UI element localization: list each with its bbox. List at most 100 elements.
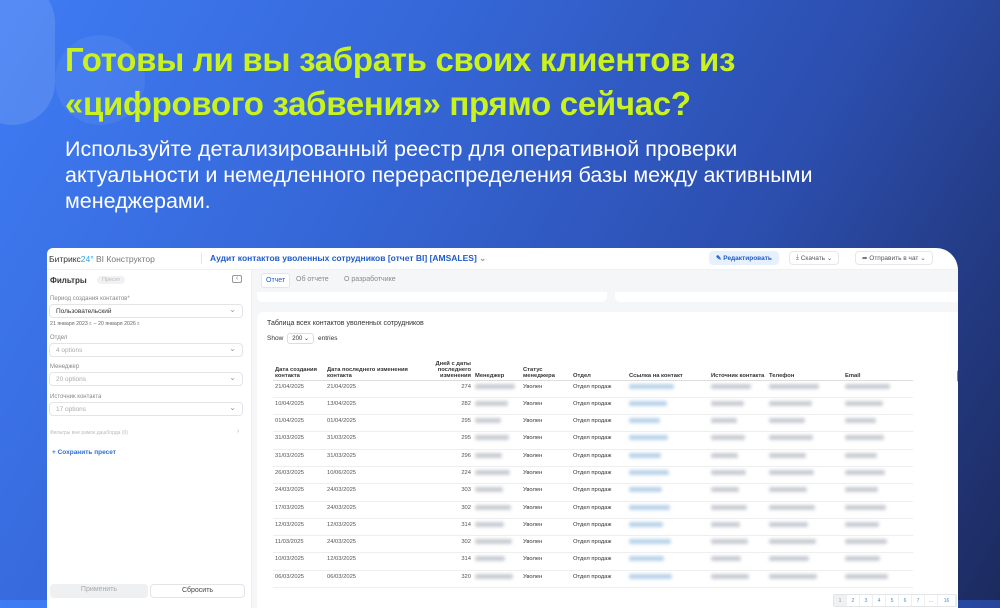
- redacted-value: [475, 383, 515, 389]
- redacted-value: [769, 383, 819, 389]
- blurred-cell: [473, 552, 521, 571]
- redacted-value: [769, 487, 807, 493]
- show-label: Show: [267, 335, 284, 342]
- blurred-cell: [473, 414, 521, 433]
- blurred-cell: [709, 397, 767, 416]
- period-select[interactable]: Пользовательский: [49, 304, 243, 318]
- tab-about-report[interactable]: Об отчете: [292, 273, 333, 286]
- blurred-cell: [843, 501, 913, 519]
- redacted-value: [845, 435, 884, 441]
- column-header[interactable]: Источник контакта: [709, 358, 767, 381]
- blurred-cell: [767, 552, 843, 571]
- table-row: 21/04/2025 21/04/2025 274 Уволен Отдел прода…: [273, 380, 913, 398]
- edit-button[interactable]: ✎ Редактировать: [709, 251, 779, 265]
- tab-report[interactable]: Отчет: [261, 273, 291, 288]
- table-cell: 24/03/2025: [325, 535, 425, 554]
- blurred-cell: [473, 449, 521, 467]
- table-cell: 24/03/2025: [273, 483, 325, 502]
- download-button[interactable]: ⤓ Скачать ⌄: [789, 251, 840, 265]
- app-window: Битрикс24° BI Конструктор Аудит контакто…: [47, 248, 958, 608]
- collapse-panel-icon[interactable]: ‹: [232, 275, 242, 283]
- table-cell: 302: [425, 501, 473, 519]
- page-button[interactable]: 3: [860, 595, 873, 606]
- page-button[interactable]: 16: [938, 595, 956, 606]
- redacted-value: [475, 435, 509, 441]
- tab-about-developer[interactable]: О разработчике: [340, 273, 400, 286]
- save-preset-link[interactable]: + Сохранить пресет: [52, 449, 116, 456]
- table-cell: 12/03/2025: [325, 518, 425, 537]
- blurred-cell: [627, 552, 709, 571]
- table-cell: 01/04/2025: [273, 414, 325, 433]
- table-cell: Отдел продаж: [571, 501, 627, 519]
- subtitle-line: актуальности и немедленного перераспреде…: [65, 163, 813, 187]
- contacts-table: Дата создания контакта Дата последнего из…: [273, 358, 913, 589]
- page-button[interactable]: 2: [847, 595, 860, 606]
- redacted-value: [629, 418, 660, 424]
- blurred-cell: [767, 501, 843, 519]
- send-to-chat-button[interactable]: ➦ Отправить в чат ⌄: [855, 251, 933, 265]
- redacted-value: [769, 504, 815, 510]
- column-header[interactable]: Email: [843, 358, 913, 381]
- pagination: 1 2 3 4 5 6 7... 16: [833, 594, 957, 607]
- source-label: Источник контакта: [50, 394, 102, 400]
- page-button[interactable]: 5: [886, 595, 899, 606]
- redacted-value: [711, 435, 745, 441]
- blurred-cell: [843, 449, 913, 467]
- blurred-cell: [767, 483, 843, 502]
- apply-button[interactable]: Применить: [50, 584, 148, 598]
- blurred-cell: [473, 518, 521, 537]
- scrollbar[interactable]: [957, 370, 958, 382]
- manager-select[interactable]: 20 options: [49, 372, 243, 386]
- column-header[interactable]: Телефон: [767, 358, 843, 381]
- redacted-value: [845, 539, 887, 545]
- table-cell: Уволен: [521, 501, 571, 519]
- column-header[interactable]: Дней с даты последнего изменения: [425, 358, 473, 381]
- headline: Готовы ли вы забрать своих клиентов из «…: [65, 38, 965, 126]
- redacted-value: [845, 452, 877, 458]
- blurred-cell: [627, 397, 709, 416]
- column-header[interactable]: Ссылка на контакт: [627, 358, 709, 381]
- page-button[interactable]: 1: [834, 595, 847, 606]
- preset-badge[interactable]: Пресет: [97, 276, 126, 284]
- dept-select[interactable]: 4 options: [49, 343, 243, 357]
- source-select[interactable]: 17 options: [49, 402, 243, 416]
- table-cell: 31/03/2025: [273, 449, 325, 467]
- page-button[interactable]: 4: [873, 595, 886, 606]
- entries-select[interactable]: 200 ⌄: [287, 333, 314, 344]
- table-cell: Отдел продаж: [571, 431, 627, 450]
- table-cell: Уволен: [521, 449, 571, 467]
- table-cell: Уволен: [521, 414, 571, 433]
- page-button[interactable]: 6: [899, 595, 912, 606]
- column-header[interactable]: Статус менеджера: [521, 358, 571, 381]
- redacted-value: [711, 521, 740, 527]
- column-header[interactable]: Отдел: [571, 358, 627, 381]
- table-cell: Отдел продаж: [571, 466, 627, 485]
- redacted-value: [629, 573, 672, 579]
- redacted-value: [475, 573, 513, 579]
- entries-label: entries: [317, 335, 338, 342]
- redacted-value: [475, 418, 501, 424]
- redacted-value: [629, 383, 674, 389]
- column-header[interactable]: Менеджер: [473, 358, 521, 381]
- table-cell: Уволен: [521, 535, 571, 554]
- blurred-cell: [627, 501, 709, 519]
- table-cell: 31/03/2025: [325, 431, 425, 450]
- table-cell: Уволен: [521, 431, 571, 450]
- report-title-dropdown[interactable]: Аудит контактов уволенных сотрудников [о…: [201, 253, 486, 264]
- blurred-cell: [709, 518, 767, 537]
- column-header[interactable]: Дата создания контакта: [273, 358, 325, 381]
- blurred-cell: [627, 414, 709, 433]
- redacted-value: [845, 521, 879, 527]
- redacted-value: [769, 573, 817, 579]
- page-button[interactable]: 7: [912, 595, 925, 606]
- outside-filters-link[interactable]: Фильтры вне рамок дашборда (0): [50, 430, 128, 436]
- redacted-value: [629, 556, 664, 562]
- reset-button[interactable]: Сбросить: [150, 584, 245, 598]
- blurred-cell: [473, 380, 521, 398]
- table-cell: 24/03/2025: [325, 483, 425, 502]
- blurred-cell: [473, 501, 521, 519]
- table-cell: 12/03/2025: [273, 518, 325, 537]
- redacted-value: [711, 487, 739, 493]
- page-button[interactable]: ...: [925, 595, 938, 606]
- column-header[interactable]: Дата последнего изменения контакта: [325, 358, 425, 381]
